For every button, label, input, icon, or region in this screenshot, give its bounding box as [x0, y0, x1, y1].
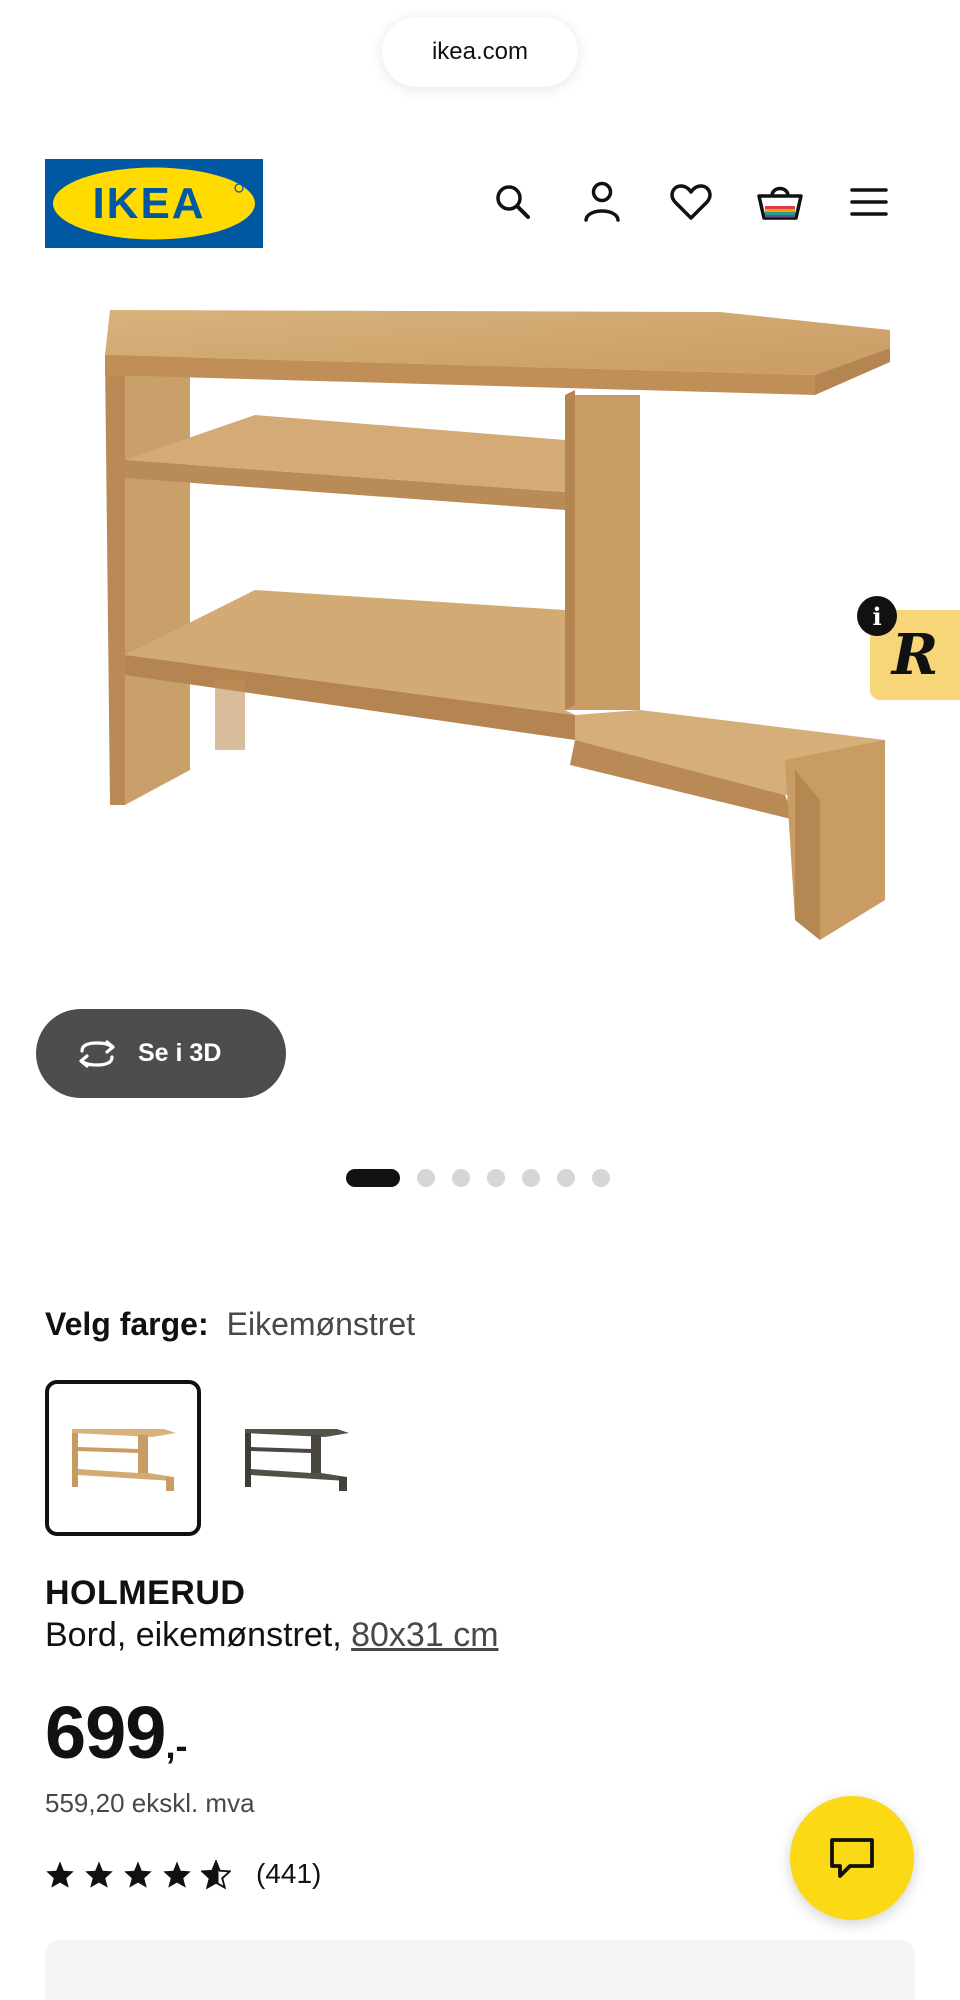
- basket-icon[interactable]: [756, 178, 804, 226]
- browser-url-bar[interactable]: ikea.com: [382, 17, 578, 87]
- gallery-pagination: [346, 1169, 610, 1187]
- search-icon[interactable]: [489, 178, 537, 226]
- star-icon: [163, 1860, 191, 1888]
- star-icon: [46, 1860, 74, 1888]
- product-name: HOLMERUD: [45, 1574, 246, 1612]
- color-value: Eikemønstret: [226, 1306, 416, 1342]
- menu-icon[interactable]: [845, 178, 893, 226]
- color-swatch-dark-brown[interactable]: [218, 1380, 374, 1536]
- product-image[interactable]: [95, 300, 905, 940]
- price-ex-vat: 559,20 ekskl. mva: [45, 1788, 255, 1818]
- info-icon[interactable]: i: [857, 596, 897, 636]
- gallery-dot-2[interactable]: [417, 1169, 435, 1187]
- color-swatch-oak[interactable]: [45, 1380, 201, 1536]
- chat-button[interactable]: [790, 1796, 914, 1920]
- color-label: Velg farge:: [45, 1306, 209, 1342]
- product-description: Bord, eikemønstret, 80x31 cm: [45, 1616, 499, 1655]
- price-suffix: ,-: [165, 1725, 188, 1766]
- gallery-dot-1[interactable]: [346, 1169, 400, 1187]
- review-count: (441): [256, 1858, 322, 1889]
- ikea-logo[interactable]: IKEA: [45, 159, 263, 248]
- browser-url-text: ikea.com: [431, 38, 529, 65]
- logo-text: IKEA: [92, 179, 205, 228]
- product-price: 699,-: [45, 1690, 187, 1775]
- gallery-dot-5[interactable]: [522, 1169, 540, 1187]
- product-rating[interactable]: (441): [45, 1858, 321, 1890]
- star-icon: [124, 1860, 152, 1888]
- heart-icon[interactable]: [667, 178, 715, 226]
- price-amount: 699: [45, 1691, 166, 1774]
- view-3d-button[interactable]: Se i 3D: [36, 1009, 286, 1098]
- account-icon[interactable]: [578, 178, 626, 226]
- star-icon: [85, 1860, 113, 1888]
- product-description-text: Bord, eikemønstret,: [45, 1616, 352, 1654]
- star-half-icon: [201, 1859, 231, 1889]
- bottom-card: [45, 1940, 915, 2000]
- gallery-dot-6[interactable]: [557, 1169, 575, 1187]
- view-3d-label: Se i 3D: [138, 1039, 222, 1067]
- rotate-3d-icon: [79, 1039, 115, 1068]
- color-selector-heading: Velg farge: Eikemønstret: [45, 1306, 415, 1343]
- gallery-dot-7[interactable]: [592, 1169, 610, 1187]
- gallery-dot-3[interactable]: [452, 1169, 470, 1187]
- gallery-dot-4[interactable]: [487, 1169, 505, 1187]
- product-size-link[interactable]: 80x31 cm: [351, 1616, 498, 1654]
- chat-icon: [830, 1838, 874, 1878]
